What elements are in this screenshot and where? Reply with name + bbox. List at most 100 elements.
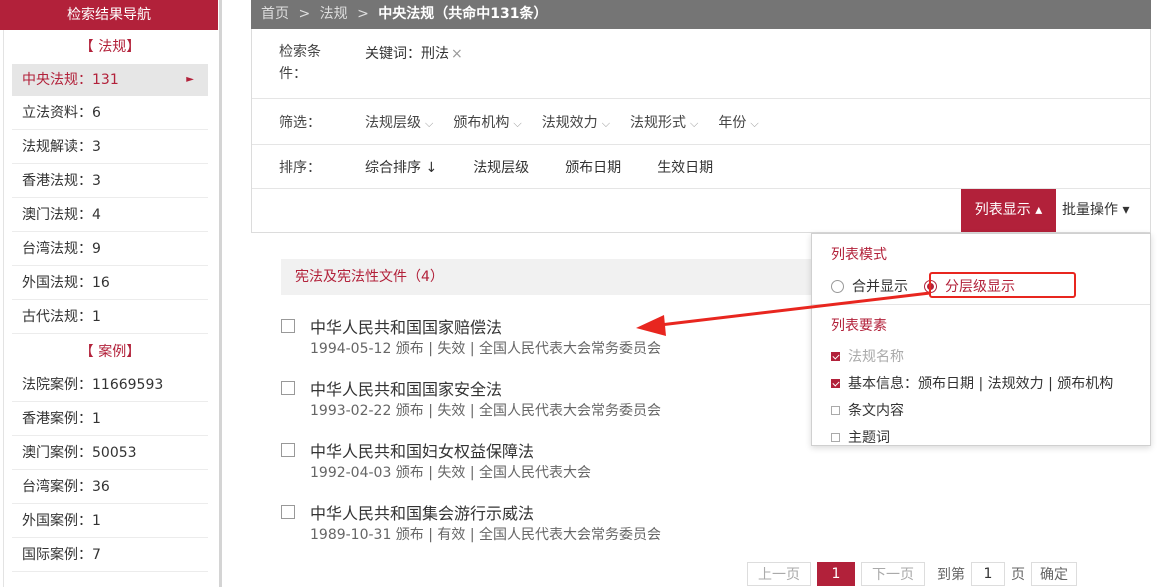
section-title-law: 【 法规】: [79, 39, 141, 55]
filter-label: 筛选：: [279, 115, 321, 131]
next-page-button[interactable]: 下一页: [861, 562, 925, 586]
list-display-button[interactable]: 列表显示 ▴: [961, 189, 1056, 232]
result-checkbox[interactable]: [281, 505, 295, 519]
filter-item-label: 法规效力: [541, 115, 598, 131]
result-title[interactable]: 中华人民共和国国家安全法: [310, 376, 502, 400]
element-option-law-name[interactable]: 法规名称: [831, 346, 904, 366]
list-elements-title: 列表要素: [831, 318, 887, 334]
merge-display-label[interactable]: 合并显示: [852, 276, 908, 296]
sidebar-item-macau-case[interactable]: 澳门案例：50053: [12, 437, 208, 470]
sort-label: 排序：: [279, 160, 321, 176]
confirm-page-button[interactable]: 确定: [1031, 562, 1077, 586]
page-input[interactable]: [971, 562, 1005, 586]
element-label: 条文内容: [848, 403, 904, 419]
filter-validity[interactable]: 法规效力 ⌵: [542, 112, 610, 132]
sidebar-item-label: 立法资料：6: [22, 105, 101, 121]
sort-issue-date[interactable]: 颁布日期: [565, 157, 621, 177]
breadcrumb-home[interactable]: 首页: [261, 6, 289, 22]
filter-law-level[interactable]: 法规层级 ⌵: [365, 112, 433, 132]
result-meta: 1993-02-22 颁布 | 失效 | 全国人民代表大会常务委员会: [310, 403, 662, 419]
element-label: 法规名称: [848, 349, 904, 365]
result-checkbox[interactable]: [281, 319, 295, 333]
goto-label: 到第: [937, 567, 965, 583]
section-title-case: 【 案例】: [79, 344, 141, 360]
condition-row: 检索条件： 关键词：刑法 ×: [252, 29, 1150, 99]
element-option-article-content[interactable]: 条文内容: [831, 400, 904, 420]
sidebar-item-label: 澳门法规：4: [22, 207, 101, 223]
result-title[interactable]: 中华人民共和国国家赔偿法: [310, 314, 502, 338]
sidebar-item-ancient-law[interactable]: 古代法规：1: [12, 301, 208, 334]
result-checkbox[interactable]: [281, 443, 295, 457]
breadcrumb-law[interactable]: 法规: [320, 6, 348, 22]
filter-item-label: 法规层级: [365, 115, 421, 131]
search-filter-panel: 检索条件： 关键词：刑法 × 筛选： 法规层级 ⌵ 颁布机构 ⌵ 法规效力 ⌵ 法规形式…: [251, 29, 1151, 233]
sidebar-item-macau-law[interactable]: 澳门法规：4: [12, 199, 208, 232]
checkbox-checked-icon: [831, 378, 840, 388]
result-group-header[interactable]: 宪法及宪法性文件（4）: [281, 259, 811, 295]
breadcrumb-separator: >: [298, 6, 311, 22]
sidebar-item-hongkong-case[interactable]: 香港案例：1: [12, 403, 208, 436]
page-number-current[interactable]: 1: [817, 562, 855, 586]
sort-row: 排序： 综合排序 ↓ 法规层级 颁布日期 生效日期: [252, 145, 1150, 189]
filter-item-label: 年份: [718, 115, 747, 131]
sidebar-item-label: 外国案例：1: [22, 513, 101, 529]
keyword-text: 关键词：刑法: [365, 46, 449, 62]
sidebar-item-label: 中央法规：131: [22, 72, 119, 88]
sidebar-item-foreign-law[interactable]: 外国法规：16: [12, 267, 208, 300]
sidebar-item-hongkong-law[interactable]: 香港法规：3: [12, 165, 208, 198]
breadcrumb-separator: >: [357, 6, 369, 22]
sidebar-item-interpretation[interactable]: 法规解读：3: [12, 131, 208, 164]
condition-label: 检索条件：: [279, 44, 321, 82]
prev-page-button[interactable]: 上一页: [747, 562, 811, 586]
result-title[interactable]: 中华人民共和国妇女权益保障法: [310, 438, 534, 462]
breadcrumb: 首页 > 法规 > 中央法规（共命中131条）: [251, 0, 1151, 29]
sidebar-item-court-case[interactable]: 法院案例：11669593: [12, 369, 208, 402]
chevron-down-icon: ⌵: [513, 117, 522, 130]
sidebar-item-label: 台湾法规：9: [22, 241, 101, 257]
chevron-down-icon: ⌵: [601, 117, 611, 130]
result-checkbox[interactable]: [281, 381, 295, 395]
close-icon[interactable]: ×: [451, 46, 463, 62]
result-meta: 1989-10-31 颁布 | 有效 | 全国人民代表大会常务委员会: [310, 527, 662, 543]
checkbox-checked-icon: [831, 351, 840, 361]
result-title[interactable]: 中华人民共和国集会游行示威法: [310, 500, 534, 524]
sort-law-level[interactable]: 法规层级: [473, 157, 529, 177]
batch-operation-button[interactable]: 批量操作 ▾: [1062, 189, 1129, 232]
sidebar-item-taiwan-law[interactable]: 台湾法规：9: [12, 233, 208, 266]
sidebar-item-taiwan-case[interactable]: 台湾案例：36: [12, 471, 208, 504]
filter-item-label: 颁布机构: [453, 115, 510, 131]
highlight-box: [929, 272, 1076, 298]
filter-item-label: 法规形式: [630, 115, 687, 131]
result-navigation-sidebar: 检索结果导航 【 法规】 中央法规：131 ► 立法资料：6 法规解读：3 香港…: [0, 0, 222, 587]
sidebar-item-central-law[interactable]: 中央法规：131 ►: [12, 64, 208, 96]
sidebar-item-label: 法规解读：3: [22, 139, 101, 155]
sidebar-item-foreign-case[interactable]: 外国案例：1: [12, 505, 208, 538]
sidebar-item-label: 外国法规：16: [22, 275, 110, 291]
sidebar-item-international-case[interactable]: 国际案例：7: [12, 539, 208, 572]
list-mode-title: 列表模式: [831, 247, 887, 263]
sort-comprehensive[interactable]: 综合排序 ↓: [365, 157, 437, 177]
sidebar-item-label: 香港案例：1: [22, 411, 101, 427]
filter-year[interactable]: 年份 ⌵: [718, 112, 758, 132]
filter-row: 筛选： 法规层级 ⌵ 颁布机构 ⌵ 法规效力 ⌵ 法规形式 ⌵ 年份 ⌵: [252, 99, 1150, 145]
element-option-subject-terms[interactable]: 主题词: [831, 427, 890, 445]
filter-law-form[interactable]: 法规形式 ⌵: [630, 112, 698, 132]
sidebar-item-label: 古代法规：1: [22, 309, 101, 325]
filter-issuing-body[interactable]: 颁布机构 ⌵: [453, 112, 521, 132]
pagination: 上一页 1 下一页 到第 页 确定: [747, 562, 1077, 586]
sidebar-item-label: 香港法规：3: [22, 173, 101, 189]
sidebar-item-label: 台湾案例：36: [22, 479, 110, 495]
keyword-tag: 关键词：刑法 ×: [365, 43, 463, 63]
sort-effective-date[interactable]: 生效日期: [657, 157, 713, 177]
merge-display-radio[interactable]: [831, 279, 844, 293]
element-label: 基本信息：颁布日期 | 法规效力 | 颁布机构: [848, 376, 1114, 392]
sidebar-header: 检索结果导航: [0, 0, 218, 30]
element-option-basic-info[interactable]: 基本信息：颁布日期 | 法规效力 | 颁布机构: [831, 373, 1113, 393]
breadcrumb-current: 中央法规（共命中131条）: [378, 6, 548, 22]
result-meta: 1994-05-12 颁布 | 失效 | 全国人民代表大会常务委员会: [310, 341, 662, 357]
caret-right-icon: ►: [186, 74, 194, 85]
checkbox-icon: [831, 432, 840, 442]
sidebar-item-label: 国际案例：7: [22, 547, 101, 563]
chevron-down-icon: ⌵: [690, 117, 699, 130]
sidebar-item-legislative[interactable]: 立法资料：6: [12, 97, 208, 130]
